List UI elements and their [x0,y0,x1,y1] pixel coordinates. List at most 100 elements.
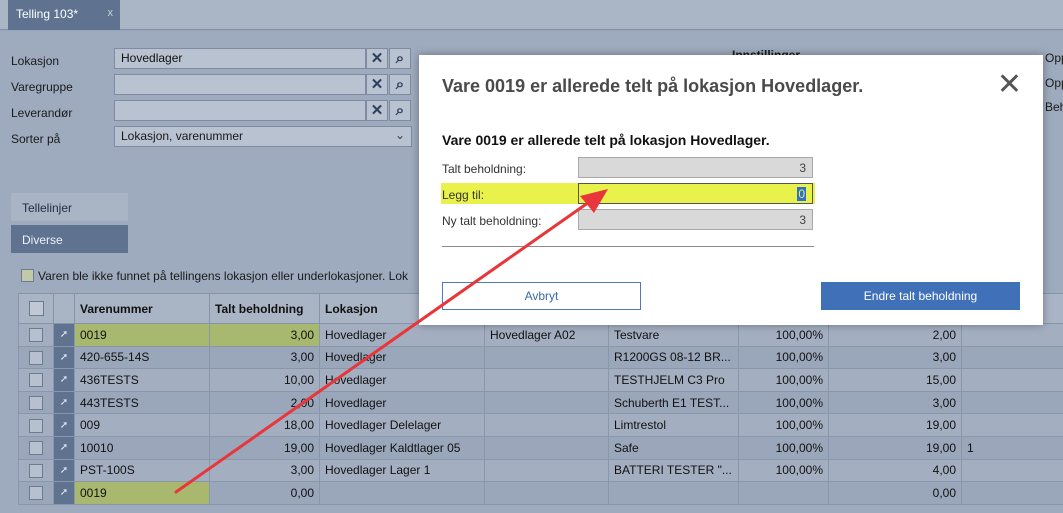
leverandor-input[interactable] [114,100,366,121]
cell-varenummer: 420-655-14S [74,345,210,370]
col-talt-beholdning[interactable]: Talt beholdning [209,293,320,324]
tab-title: Telling 103* [16,7,79,21]
legg-til-value: 0 [797,187,806,201]
already-counted-dialog: Vare 0019 er allerede telt på lokasjon H… [419,55,1043,325]
ny-talt-beholdning-label: Ny talt beholdning: [442,214,542,228]
cell-extra [961,458,1063,483]
settings-item: Opp [1045,76,1063,90]
row-checkbox[interactable] [18,323,54,347]
row-action-icon[interactable]: ➚ [53,368,75,392]
cell-beskrivelse: Safe [608,435,739,460]
lokasjon-input[interactable]: Hovedlager [114,48,366,69]
search-icon[interactable]: ⌕ [389,74,411,95]
cell-extra [961,413,1063,437]
tab-bar: Telling 103* x [0,0,1063,30]
cell-varenummer: 443TESTS [74,390,210,415]
cell-talt-beholdning[interactable]: 10,00 [209,368,320,392]
cell-talt-beholdning[interactable]: 3,00 [209,458,320,483]
cell-talt-beholdning[interactable]: 0,00 [209,481,320,505]
table-row[interactable]: ➚ PST-100S 3,00 Hovedlager Lager 1 BATTE… [18,458,1063,483]
cell-beskrivelse: BATTERI TESTER "... [608,458,739,483]
settings-item: Beh [1045,100,1063,114]
nav-diverse[interactable]: Diverse [11,225,128,253]
table-row[interactable]: ➚ 009 18,00 Hovedlager Delelager Limtres… [18,413,1063,437]
cell-lokasjon: Hovedlager Lager 1 [319,458,485,483]
search-icon[interactable]: ⌕ [389,48,411,69]
row-checkbox[interactable] [18,390,54,415]
cell-beskrivelse [608,481,739,505]
nav-tellelinjer[interactable]: Tellelinjer [11,193,128,221]
table-row[interactable]: ➚ 0019 0,00 0,00 [18,481,1063,505]
chevron-down-icon: ⌄ [394,128,405,142]
cell-beskrivelse: Schuberth E1 TEST... [608,390,739,415]
cell-talt-beholdning[interactable]: 2,00 [209,390,320,415]
legg-til-label: Legg til: [442,188,485,202]
cancel-button[interactable]: Avbryt [442,282,641,310]
row-checkbox[interactable] [18,481,54,505]
row-action-icon[interactable]: ➚ [53,323,75,347]
cell-extra [961,481,1063,505]
cell-lokasjon-detalj: Hovedlager A02 [484,323,609,347]
row-checkbox[interactable] [18,413,54,437]
sorter-value: Lokasjon, varenummer [121,129,244,143]
cell-talt-beholdning[interactable]: 3,00 [209,345,320,370]
col-varenummer[interactable]: Varenummer [74,293,210,324]
action-header [53,293,75,324]
notice-checkbox[interactable] [21,269,34,282]
cell-talt-beholdning[interactable]: 18,00 [209,413,320,437]
cell-lokasjon-detalj [484,390,609,415]
cell-beholdning: 3,00 [828,390,962,415]
cell-beskrivelse: Limtrestol [608,413,739,437]
cell-lokasjon: Hovedlager [319,390,485,415]
cell-talt-beholdning[interactable]: 3,00 [209,323,320,347]
notice-text: Varen ble ikke funnet på tellingens loka… [38,269,409,283]
clear-icon[interactable]: ✕ [366,100,388,121]
tab-telling[interactable]: Telling 103* x [8,0,120,30]
row-action-icon[interactable]: ➚ [53,435,75,460]
row-checkbox[interactable] [18,368,54,392]
table-row[interactable]: ➚ 420-655-14S 3,00 Hovedlager R1200GS 08… [18,345,1063,370]
select-all-checkbox[interactable] [18,293,54,324]
ny-talt-beholdning-field: 3 [578,209,813,230]
cell-lokasjon-detalj [484,345,609,370]
cell-beholdning: 4,00 [828,458,962,483]
row-action-icon[interactable]: ➚ [53,345,75,370]
tab-close-icon[interactable]: x [108,7,114,19]
cell-prosent: 100,00% [738,368,829,392]
cell-beholdning: 15,00 [828,368,962,392]
row-action-icon[interactable]: ➚ [53,413,75,437]
cell-beholdning: 19,00 [828,413,962,437]
divider [442,246,814,247]
row-checkbox[interactable] [18,435,54,460]
sorter-select[interactable]: Lokasjon, varenummer ⌄ [114,126,412,147]
cell-beholdning: 19,00 [828,435,962,460]
clear-icon[interactable]: ✕ [366,48,388,69]
table-row[interactable]: ➚ 0019 3,00 Hovedlager Hovedlager A02 Te… [18,323,1063,347]
cell-lokasjon: Hovedlager Delelager [319,413,485,437]
cell-lokasjon: Hovedlager [319,345,485,370]
row-action-icon[interactable]: ➚ [53,458,75,483]
row-action-icon[interactable]: ➚ [53,390,75,415]
clear-icon[interactable]: ✕ [366,74,388,95]
row-action-icon[interactable]: ➚ [53,481,75,505]
row-checkbox[interactable] [18,345,54,370]
cell-lokasjon-detalj [484,435,609,460]
lokasjon-label: Lokasjon [11,54,60,68]
close-icon[interactable]: ✕ [997,70,1022,100]
cell-talt-beholdning[interactable]: 19,00 [209,435,320,460]
table-row[interactable]: ➚ 436TESTS 10,00 Hovedlager TESTHJELM C3… [18,368,1063,392]
cell-extra [961,323,1063,347]
row-checkbox[interactable] [18,458,54,483]
table-row[interactable]: ➚ 10010 19,00 Hovedlager Kaldtlager 05 S… [18,435,1063,460]
change-count-button[interactable]: Endre talt beholdning [821,282,1020,310]
table-row[interactable]: ➚ 443TESTS 2,00 Hovedlager Schuberth E1 … [18,390,1063,415]
sorter-label: Sorter på [11,132,61,146]
cell-lokasjon-detalj [484,481,609,505]
varegruppe-input[interactable] [114,74,366,95]
cell-beskrivelse: Testvare [608,323,739,347]
legg-til-input[interactable]: 0 [578,183,813,204]
search-icon[interactable]: ⌕ [389,100,411,121]
cell-extra [961,345,1063,370]
dialog-heading: Vare 0019 er allerede telt på lokasjon H… [442,132,770,148]
cell-lokasjon: Hovedlager [319,323,485,347]
